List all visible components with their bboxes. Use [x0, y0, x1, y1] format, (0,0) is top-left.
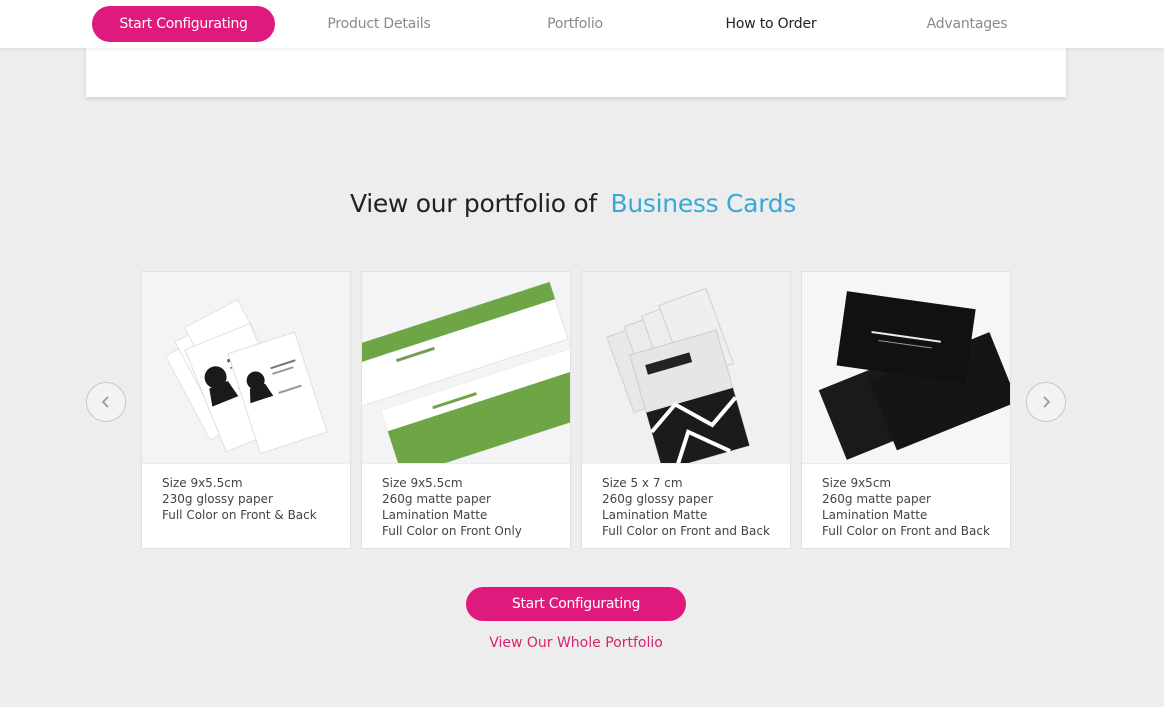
card-specs: Size 9x5.5cm 260g matte paper Lamination…: [382, 475, 522, 539]
card-spec-line: 260g glossy paper: [602, 492, 713, 506]
card-specs: Size 9x5cm 260g matte paper Lamination M…: [822, 475, 990, 539]
carousel-prev-button[interactable]: [86, 382, 126, 422]
business-cards-pras-jewelry-photo: [582, 272, 790, 464]
card-spec-line: 260g matte paper: [382, 492, 491, 506]
start-configurating-button[interactable]: Start Configurating: [466, 587, 686, 621]
card-spec-line: Size 5 x 7 cm: [602, 476, 683, 490]
view-whole-portfolio-link[interactable]: View Our Whole Portfolio: [466, 634, 686, 652]
nav-link-advantages[interactable]: Advantages: [887, 14, 1047, 34]
card-spec-line: Full Color on Front Only: [382, 524, 522, 538]
portfolio-heading-product: Business Cards: [610, 189, 797, 218]
card-spec-line: Size 9x5cm: [822, 476, 892, 490]
portfolio-card[interactable]: Size 9x5cm 260g matte paper Lamination M…: [801, 271, 1011, 549]
chevron-left-icon: [101, 396, 109, 408]
card-spec-line: Full Color on Front and Back: [822, 524, 990, 538]
carousel-next-button[interactable]: [1026, 382, 1066, 422]
card-specs: Size 5 x 7 cm 260g glossy paper Laminati…: [602, 475, 770, 539]
business-cards-cat-logo-photo: [142, 272, 350, 464]
nav-link-product-details[interactable]: Product Details: [299, 14, 459, 34]
portfolio-heading-prefix: View our portfolio of: [349, 189, 597, 218]
top-navbar: Start Configurating Product Details Port…: [0, 0, 1164, 48]
portfolio-card[interactable]: Size 9x5.5cm 230g glossy paper Full Colo…: [141, 271, 351, 549]
card-spec-line: 230g glossy paper: [162, 492, 273, 506]
card-spec-line: Lamination Matte: [382, 508, 488, 522]
portfolio-card[interactable]: Size 9x5.5cm 260g matte paper Lamination…: [361, 271, 571, 549]
business-cards-green-stripe-photo: [362, 272, 570, 464]
card-specs: Size 9x5.5cm 230g glossy paper Full Colo…: [162, 475, 317, 523]
card-spec-line: Size 9x5.5cm: [382, 476, 463, 490]
nav-link-portfolio[interactable]: Portfolio: [495, 14, 655, 34]
start-configurating-nav-button[interactable]: Start Configurating: [92, 6, 275, 42]
card-spec-line: Full Color on Front and Back: [602, 524, 770, 538]
card-spec-line: Lamination Matte: [822, 508, 928, 522]
portfolio-card[interactable]: Size 5 x 7 cm 260g glossy paper Laminati…: [581, 271, 791, 549]
business-cards-zalora-photo: [802, 272, 1010, 464]
card-spec-line: Full Color on Front & Back: [162, 508, 317, 522]
card-spec-line: Size 9x5.5cm: [162, 476, 243, 490]
portfolio-heading: View our portfolio of Business Cards: [0, 186, 1146, 222]
chevron-right-icon: [1043, 396, 1051, 408]
card-spec-line: Lamination Matte: [602, 508, 708, 522]
nav-link-how-to-order[interactable]: How to Order: [691, 14, 851, 34]
card-spec-line: 260g matte paper: [822, 492, 931, 506]
